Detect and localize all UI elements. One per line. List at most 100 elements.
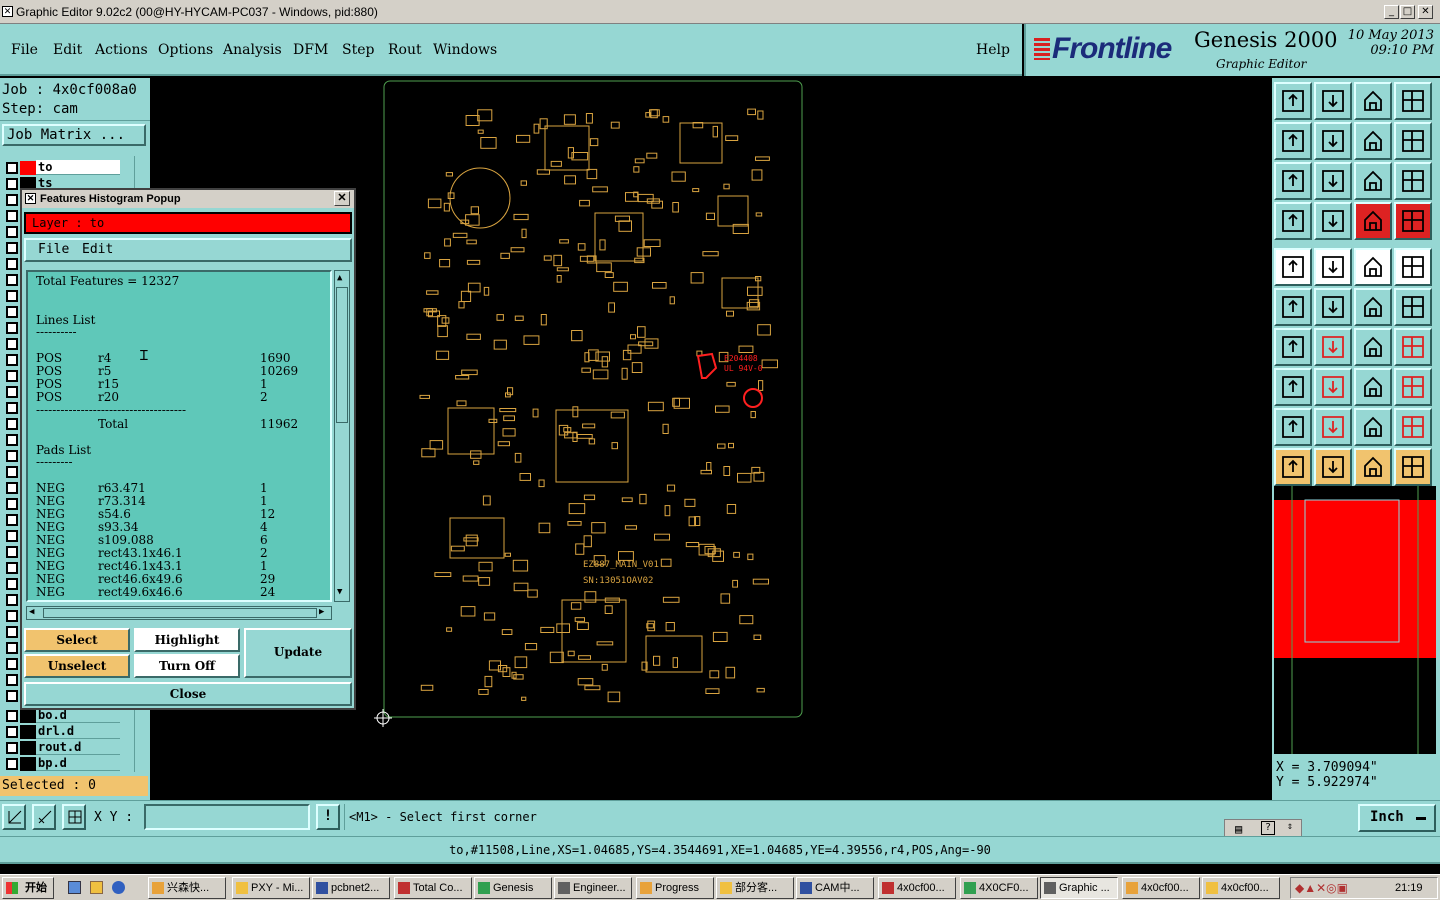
maximize-button[interactable]: □ (1400, 5, 1415, 19)
scroll-down-icon[interactable]: ▼ (337, 587, 342, 597)
layer-checkbox[interactable] (6, 466, 18, 478)
menu-step[interactable]: Step (342, 42, 374, 58)
close-popup-button[interactable]: Close (24, 682, 352, 706)
minimize-button[interactable]: _ (1384, 5, 1399, 19)
menu-actions[interactable]: Actions (95, 42, 148, 58)
layer-row[interactable]: bp.d (2, 756, 122, 771)
taskbar-item[interactable]: pcbnet2... (312, 877, 390, 899)
select-layer-red-alt-button[interactable] (1394, 202, 1432, 240)
layer-checkbox[interactable] (6, 578, 18, 590)
triangle-draw-button[interactable] (1274, 408, 1312, 446)
redo-view-button[interactable] (1394, 122, 1432, 160)
browser-icon[interactable] (112, 881, 125, 894)
select-layer-red-button[interactable] (1354, 202, 1392, 240)
popup-menu-file[interactable]: File (38, 240, 69, 260)
move-point-button[interactable] (1274, 368, 1312, 406)
layer-checkbox[interactable] (6, 354, 18, 366)
start-button[interactable]: 开始 (2, 877, 54, 899)
snap-settings-button[interactable] (1274, 202, 1312, 240)
popup-close-icon[interactable]: ✕ (334, 191, 350, 206)
snap-button[interactable] (2, 804, 26, 830)
taskbar-item[interactable]: Genesis (474, 877, 552, 899)
circle-mode-button[interactable] (1394, 248, 1432, 286)
fit-box-button[interactable] (1354, 368, 1392, 406)
close-button[interactable]: ✕ (1418, 5, 1433, 19)
taskbar-item[interactable]: PXY - Mi... (232, 877, 310, 899)
layer-checkbox[interactable] (6, 258, 18, 270)
move-node-button[interactable] (1394, 288, 1432, 326)
layer-row[interactable]: bo.d (2, 708, 122, 723)
taskbar-item[interactable]: Progress (636, 877, 714, 899)
alert-button[interactable]: ! (316, 804, 340, 830)
layer-checkbox[interactable] (6, 338, 18, 350)
pointer-circle-button[interactable] (1354, 448, 1392, 486)
desktop-icon[interactable] (68, 881, 81, 894)
menu-windows[interactable]: Windows (433, 42, 497, 58)
undo-view-button[interactable] (1354, 122, 1392, 160)
layer-checkbox[interactable] (6, 210, 18, 222)
arc-a-button[interactable] (1354, 408, 1392, 446)
histogram-text[interactable]: Total Features = 12327 Lines List ------… (26, 270, 332, 602)
layer-checkbox[interactable] (6, 226, 18, 238)
menu-rout[interactable]: Rout (388, 42, 422, 58)
layer-checkbox[interactable] (6, 726, 18, 738)
line-draw-alt-button[interactable] (1314, 328, 1352, 366)
taskbar-item[interactable]: 4x0cf00... (878, 877, 956, 899)
taskbar-item[interactable]: Total Co... (394, 877, 472, 899)
split-button[interactable] (1394, 328, 1432, 366)
unselect-button[interactable]: Unselect (24, 654, 130, 678)
scroll-left-icon[interactable]: ◀ (29, 607, 34, 617)
scroll-thumb[interactable] (336, 287, 348, 423)
zoom-1-1-button[interactable] (1354, 162, 1392, 200)
fit-screen-button[interactable] (1274, 162, 1312, 200)
layer-checkbox[interactable] (6, 482, 18, 494)
outline-mode-button[interactable] (1314, 248, 1352, 286)
layer-row-top[interactable]: to (2, 160, 122, 175)
layer-checkbox[interactable] (6, 498, 18, 510)
add-node-button[interactable] (1354, 288, 1392, 326)
menu-options[interactable]: Options (158, 42, 213, 58)
job-matrix-button[interactable]: Job Matrix ... (2, 124, 146, 146)
layer-checkbox[interactable] (6, 690, 18, 702)
layer-checkbox[interactable] (6, 290, 18, 302)
popup-horizontal-scrollbar[interactable]: ◀ ▶ (26, 606, 332, 620)
layer-checkbox[interactable] (6, 322, 18, 334)
taskbar-item[interactable]: 兴森快... (148, 877, 226, 899)
scroll-up-icon[interactable]: ▲ (337, 273, 342, 283)
layer-checkbox[interactable] (6, 642, 18, 654)
taskbar-item[interactable]: Graphic ... (1040, 877, 1118, 899)
pointer-box-button[interactable] (1314, 448, 1352, 486)
taskbar-item[interactable]: Engineer... (554, 877, 632, 899)
zoom-out-page-button[interactable] (1314, 82, 1352, 120)
menu-edit[interactable]: Edit (53, 42, 82, 58)
zoom-home-button[interactable] (1274, 82, 1312, 120)
layer-checkbox[interactable] (6, 658, 18, 670)
layer-checkbox[interactable] (6, 546, 18, 558)
layer-checkbox[interactable] (6, 514, 18, 526)
layer-checkbox[interactable] (6, 530, 18, 542)
select-button[interactable]: Select (24, 628, 130, 652)
layer-checkbox[interactable] (6, 242, 18, 254)
layer-checkbox[interactable] (6, 162, 18, 174)
turn-off-button[interactable]: Turn Off (134, 654, 240, 678)
pointer-button[interactable] (1274, 448, 1312, 486)
layer-checkbox[interactable] (6, 434, 18, 446)
units-button[interactable]: Inch (1358, 804, 1436, 832)
layer-checkbox[interactable] (6, 370, 18, 382)
arc-draw-button[interactable] (1354, 328, 1392, 366)
triangle-up-button[interactable] (1314, 408, 1352, 446)
connect-nets-button[interactable] (1274, 288, 1312, 326)
zoom-home-alt-button[interactable] (1354, 82, 1392, 120)
zoom-window-button[interactable] (1394, 82, 1432, 120)
zoom-center-button[interactable] (1314, 162, 1352, 200)
layer-checkbox[interactable] (6, 562, 18, 574)
layer-checkbox[interactable] (6, 178, 18, 190)
ruler-button[interactable] (1354, 248, 1392, 286)
hscroll-thumb[interactable] (43, 608, 317, 618)
layer-checkbox[interactable] (6, 742, 18, 754)
delete-node-button[interactable] (1314, 288, 1352, 326)
layer-checkbox[interactable] (6, 594, 18, 606)
grid-button[interactable] (62, 804, 86, 830)
layer-checkbox[interactable] (6, 710, 18, 722)
folder-icon[interactable] (90, 881, 103, 894)
